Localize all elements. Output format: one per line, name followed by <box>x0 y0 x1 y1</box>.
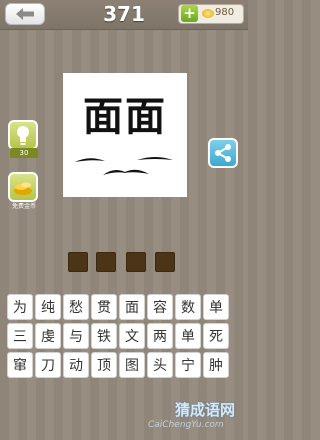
character-key[interactable]: 铁 <box>91 323 117 349</box>
share-button[interactable] <box>208 138 238 168</box>
character-key[interactable]: 刀 <box>35 352 61 378</box>
answer-slot[interactable] <box>155 252 175 272</box>
character-key[interactable]: 与 <box>63 323 89 349</box>
answer-slot[interactable] <box>68 252 88 272</box>
watermark-title: 猜成语网 <box>175 401 236 419</box>
character-key[interactable]: 死 <box>203 323 229 349</box>
character-key[interactable]: 单 <box>203 294 229 320</box>
character-key[interactable]: 头 <box>147 352 173 378</box>
character-key[interactable]: 容 <box>147 294 173 320</box>
mustache-icon <box>75 157 173 175</box>
character-key[interactable]: 肿 <box>203 352 229 378</box>
character-key[interactable]: 为 <box>7 294 33 320</box>
character-key[interactable]: 两 <box>147 323 173 349</box>
puzzle-image: 面面 <box>63 73 187 197</box>
character-keyboard: 为 纯 愁 贯 面 容 数 单 三 虔 与 铁 文 两 单 死 窜 刀 动 顶 … <box>7 294 241 378</box>
add-coins-button[interactable]: + <box>181 5 198 22</box>
coin-count: 980 <box>215 7 235 18</box>
character-key[interactable]: 文 <box>119 323 145 349</box>
free-coins-button[interactable] <box>8 172 38 202</box>
coin-icon <box>202 9 214 18</box>
character-key[interactable]: 虔 <box>35 323 61 349</box>
character-key[interactable]: 图 <box>119 352 145 378</box>
character-key[interactable]: 单 <box>175 323 201 349</box>
lightbulb-icon <box>17 126 29 145</box>
character-key[interactable]: 窜 <box>7 352 33 378</box>
answer-slot[interactable] <box>96 252 116 272</box>
answer-slot[interactable] <box>126 252 146 272</box>
character-key[interactable]: 贯 <box>91 294 117 320</box>
character-key[interactable]: 动 <box>63 352 89 378</box>
character-key[interactable]: 面 <box>119 294 145 320</box>
hint-cost: 30 <box>10 148 38 158</box>
character-key[interactable]: 宁 <box>175 352 201 378</box>
character-key[interactable]: 顶 <box>91 352 117 378</box>
hint-button[interactable] <box>8 120 38 150</box>
character-key[interactable]: 纯 <box>35 294 61 320</box>
free-coins-label: 免费金币 <box>11 203 36 210</box>
watermark-url: CaiChengYu.com <box>148 420 224 430</box>
character-key[interactable]: 三 <box>7 323 33 349</box>
character-key[interactable]: 愁 <box>63 294 89 320</box>
gold-coins-icon <box>14 182 32 195</box>
share-icon <box>215 144 231 162</box>
character-key[interactable]: 数 <box>175 294 201 320</box>
